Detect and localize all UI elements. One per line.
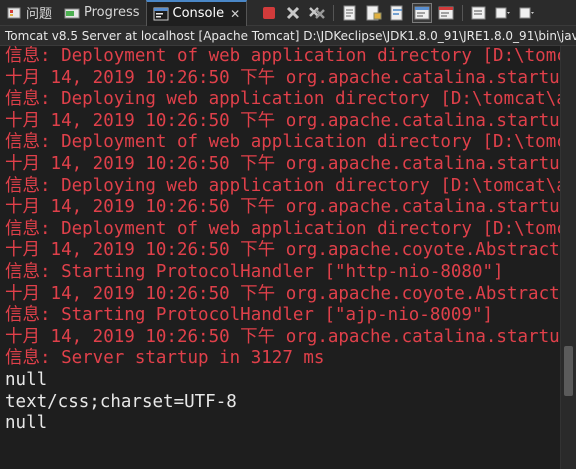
console-line-stderr: 信息: Deploying web application directory … <box>5 175 560 196</box>
clear-console-icon[interactable] <box>341 4 359 22</box>
view-tab-bar: 问题 Progress Console ✕ <box>0 0 576 26</box>
console-line-stderr: 十月 14, 2019 10:26:50 下午 org.apache.catal… <box>5 153 560 174</box>
console-line-stderr: 信息: Deployment of web application direct… <box>5 46 560 66</box>
show-when-stdout-icon[interactable] <box>412 2 433 23</box>
console-line-stdout: null <box>5 413 48 434</box>
console-line-stderr: 十月 14, 2019 10:26:50 下午 org.apache.coyot… <box>5 283 560 304</box>
remove-all-terminated-icon[interactable] <box>308 4 326 22</box>
tab-console[interactable]: Console ✕ <box>145 0 248 26</box>
console-line-stdout: text/css;charset=UTF-8 <box>5 391 237 412</box>
vertical-scrollbar[interactable] <box>560 46 576 469</box>
close-icon[interactable]: ✕ <box>230 7 240 21</box>
scrollbar-thumb[interactable] <box>564 346 573 396</box>
toolbar-separator <box>462 4 464 21</box>
console-line-stderr: 信息: Starting ProtocolHandler ["ajp-nio-8… <box>5 305 494 326</box>
console-line-stdout: null <box>5 369 48 390</box>
tab-label: Console <box>172 6 225 21</box>
word-wrap-icon[interactable] <box>389 4 407 22</box>
console-line-stderr: 信息: Deploying web application directory … <box>5 89 560 110</box>
remove-launch-icon[interactable] <box>284 4 302 22</box>
display-selected-console-icon[interactable] <box>494 4 512 22</box>
console-line-stderr: 信息: Server startup in 3127 ms <box>5 348 325 369</box>
console-line-stderr: 十月 14, 2019 10:26:50 下午 org.apache.catal… <box>5 197 560 218</box>
tab-problems[interactable]: 问题 <box>0 0 58 26</box>
terminate-icon[interactable] <box>260 4 278 22</box>
console-line-stderr: 信息: Deployment of web application direct… <box>5 218 560 239</box>
open-console-icon[interactable] <box>518 4 536 22</box>
console-toolbar <box>257 2 539 23</box>
launch-description: Tomcat v8.5 Server at localhost [Apache … <box>0 26 576 46</box>
console-line-stderr: 十月 14, 2019 10:26:50 下午 org.apache.catal… <box>5 110 560 131</box>
console-line-stderr: 信息: Starting ProtocolHandler ["http-nio-… <box>5 261 504 282</box>
tab-progress[interactable]: Progress <box>58 0 145 26</box>
problems-icon <box>6 5 22 21</box>
console-line-stderr: 十月 14, 2019 10:26:50 下午 org.apache.coyot… <box>5 240 560 261</box>
console-line-stderr: 十月 14, 2019 10:26:50 下午 org.apache.catal… <box>5 326 560 347</box>
console-icon <box>153 6 169 22</box>
toolbar-separator <box>333 4 335 21</box>
console-output[interactable]: 信息: Deployment of web application direct… <box>0 46 560 469</box>
scroll-lock-icon[interactable] <box>365 4 383 22</box>
progress-icon <box>64 5 80 21</box>
pin-console-icon[interactable] <box>470 4 488 22</box>
console-line-stderr: 十月 14, 2019 10:26:50 下午 org.apache.catal… <box>5 67 560 88</box>
tab-label: Progress <box>84 5 140 20</box>
tab-label: 问题 <box>26 7 53 22</box>
console-line-stderr: 信息: Deployment of web application direct… <box>5 132 560 153</box>
show-when-stderr-icon[interactable] <box>437 4 455 22</box>
